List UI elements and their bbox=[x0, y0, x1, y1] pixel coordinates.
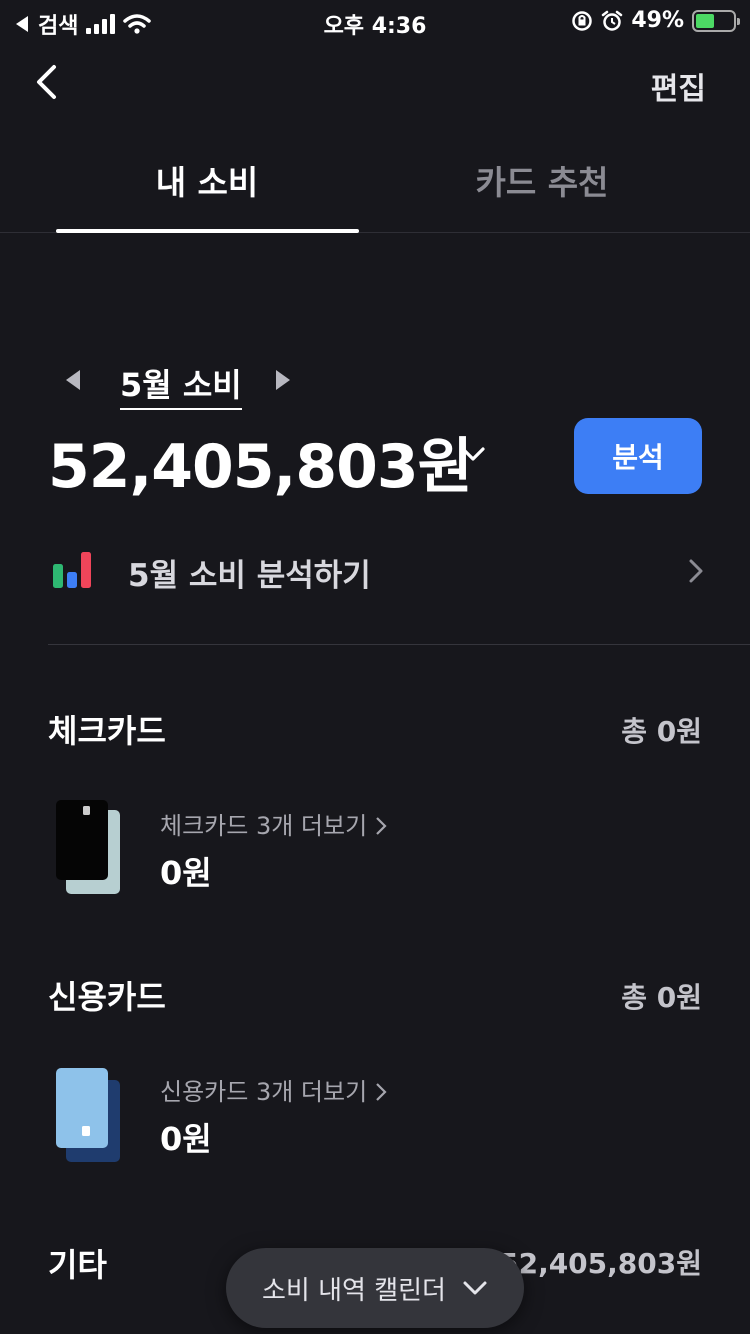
next-month-icon[interactable] bbox=[272, 368, 294, 392]
status-right: 49% bbox=[571, 8, 740, 33]
orientation-lock-icon bbox=[572, 10, 593, 31]
status-bar: 검색 오후 4:36 49% bbox=[0, 0, 750, 42]
section-divider bbox=[48, 644, 750, 645]
tab-my-spending[interactable]: 내 소비 bbox=[0, 156, 414, 204]
analysis-row[interactable]: 5월 소비 분석하기 bbox=[48, 536, 708, 606]
calendar-pill-label: 소비 내역 캘린더 bbox=[262, 1275, 446, 1306]
alarm-icon bbox=[602, 10, 623, 31]
tab-card-recommendation[interactable]: 카드 추천 bbox=[374, 156, 710, 204]
check-card-total: 총 0원 bbox=[621, 715, 702, 748]
chevron-down-icon bbox=[463, 1281, 487, 1295]
spending-calendar-button[interactable]: 소비 내역 캘린더 bbox=[226, 1248, 524, 1328]
analysis-label: 5월 소비 분석하기 bbox=[128, 558, 371, 594]
other-title: 기타 bbox=[48, 1246, 107, 1284]
battery-percent: 49% bbox=[631, 8, 684, 33]
edit-button[interactable]: 편집 bbox=[651, 64, 706, 108]
check-card-more-link[interactable]: 체크카드 3개 더보기 bbox=[160, 806, 387, 841]
credit-card-amount: 0원 bbox=[160, 1120, 212, 1158]
chevron-right-icon bbox=[376, 817, 387, 835]
month-selector[interactable]: 5월 소비 bbox=[120, 360, 242, 410]
chevron-right-icon bbox=[689, 559, 703, 583]
analyze-button[interactable]: 분석 bbox=[574, 418, 702, 494]
back-chevron-icon[interactable] bbox=[26, 60, 70, 104]
credit-card-more-link[interactable]: 신용카드 3개 더보기 bbox=[160, 1072, 387, 1107]
check-card-amount: 0원 bbox=[160, 854, 212, 892]
bar-chart-icon bbox=[53, 552, 91, 588]
check-card-title: 체크카드 bbox=[48, 712, 166, 750]
chevron-right-icon bbox=[376, 1083, 387, 1101]
prev-month-icon[interactable] bbox=[62, 368, 84, 392]
battery-charging-icon bbox=[692, 9, 740, 32]
credit-card-more-label: 신용카드 3개 더보기 bbox=[160, 1078, 368, 1106]
check-card-more-label: 체크카드 3개 더보기 bbox=[160, 812, 368, 840]
active-tab-indicator bbox=[56, 229, 359, 233]
total-spending: 52,405,803원 bbox=[48, 432, 473, 502]
check-card-stack-icon[interactable] bbox=[52, 800, 124, 900]
credit-card-total: 총 0원 bbox=[621, 981, 702, 1014]
credit-card-title: 신용카드 bbox=[48, 978, 166, 1016]
chevron-down-icon[interactable] bbox=[458, 442, 488, 466]
credit-card-stack-icon[interactable] bbox=[52, 1066, 124, 1166]
